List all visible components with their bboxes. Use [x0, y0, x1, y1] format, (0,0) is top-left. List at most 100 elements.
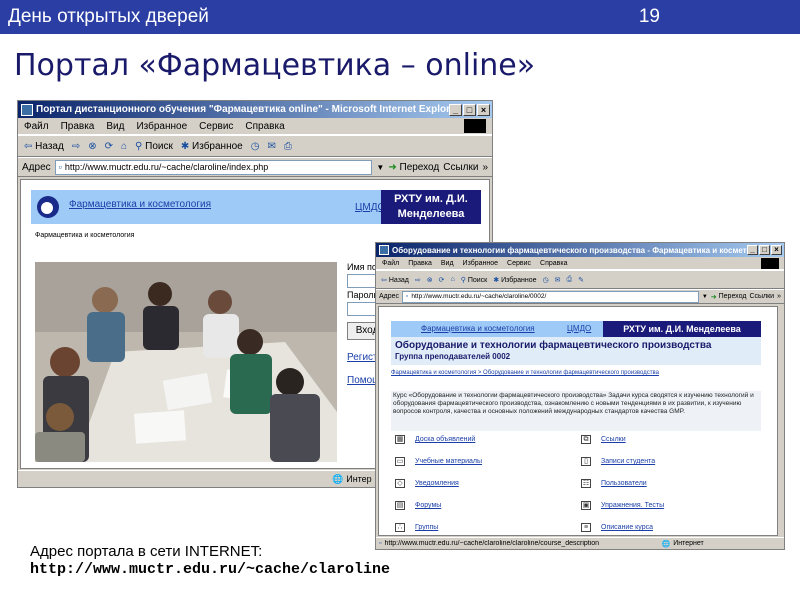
tool-forums[interactable]: ▤ Форумы	[395, 501, 441, 510]
print-icon[interactable]: ⎙	[567, 276, 573, 284]
tool-notifications[interactable]: ◇ Уведомления	[395, 479, 459, 488]
favorites-button[interactable]: ✱ Избранное	[493, 276, 536, 284]
forum-icon: ▤	[395, 501, 405, 510]
tool-users[interactable]: ☷ Пользователи	[581, 479, 647, 488]
toolbar-overflow-icon[interactable]: »	[777, 293, 781, 300]
photo-illustration	[35, 262, 337, 462]
mail-icon[interactable]: ✉	[555, 276, 561, 284]
refresh-icon[interactable]: ⟳	[105, 141, 113, 152]
portal-url[interactable]: http://www.muctr.edu.ru/~cache/claroline	[30, 561, 390, 578]
window-title: Оборудование и технологии фармацевтическ…	[392, 245, 747, 255]
go-button[interactable]: ➜ Переход	[711, 293, 747, 301]
tool-announcements[interactable]: ▦ Доска объявлений	[395, 435, 475, 444]
menu-view[interactable]: Вид	[441, 260, 454, 267]
tool-documents[interactable]: ▭ Учебные материалы	[395, 457, 482, 466]
go-arrow-icon: ➜	[388, 161, 397, 173]
search-label: Поиск	[467, 276, 488, 284]
page-icon: ▫	[406, 293, 409, 300]
forward-arrow-icon[interactable]: ⇨	[72, 141, 80, 152]
window-title-bar[interactable]: Оборудование и технологии фармацевтическ…	[376, 243, 784, 257]
university-banner: РХТУ им. Д.И. Менделеева	[603, 321, 761, 337]
back-arrow-icon: ⇦	[24, 140, 33, 152]
status-zone: Интер	[346, 474, 372, 484]
breadcrumb[interactable]: Фармацевтика и косметология > Оборудован…	[391, 369, 761, 377]
site-category-link[interactable]: Фармацевтика и косметология	[421, 324, 535, 333]
favorites-button[interactable]: ✱ Избранное	[181, 141, 243, 152]
edit-icon[interactable]: ✎	[578, 276, 584, 284]
print-icon[interactable]: ⎙	[284, 141, 292, 152]
tool-exercises[interactable]: ▣ Упражнения. Тесты	[581, 501, 664, 510]
tool-label[interactable]: Ссылки	[601, 436, 626, 443]
go-label: Переход	[399, 161, 440, 173]
tool-label[interactable]: Записи студента	[601, 458, 655, 465]
tool-links[interactable]: ⧉ Ссылки	[581, 435, 626, 444]
search-label: Поиск	[145, 140, 173, 152]
tool-student-notes[interactable]: ▯ Записи студента	[581, 457, 655, 466]
go-button[interactable]: ➜ Переход	[388, 162, 439, 173]
menu-edit[interactable]: Правка	[408, 260, 432, 267]
students-photo	[35, 262, 337, 462]
tool-label[interactable]: Описание курса	[601, 524, 653, 531]
address-url: http://www.muctr.edu.ru/~cache/claroline…	[64, 162, 269, 172]
home-icon[interactable]: ⌂	[451, 276, 455, 283]
maximize-button[interactable]: □	[463, 103, 476, 116]
back-button[interactable]: ⇦ Назад	[381, 276, 409, 284]
address-dropdown-icon[interactable]: ▼	[376, 163, 384, 172]
menu-file[interactable]: Файл	[382, 260, 399, 267]
home-icon[interactable]: ⌂	[121, 141, 127, 152]
search-button[interactable]: ⚲ Поиск	[135, 141, 173, 152]
menu-edit[interactable]: Правка	[61, 121, 95, 132]
menu-view[interactable]: Вид	[106, 121, 124, 132]
toolbar-overflow-icon[interactable]: »	[482, 162, 488, 173]
menu-favorites[interactable]: Избранное	[136, 121, 187, 132]
menu-help[interactable]: Справка	[540, 260, 567, 267]
stop-icon[interactable]: ⊗	[88, 141, 96, 152]
caption-text: Адрес портала в сети INTERNET:	[30, 543, 263, 560]
tool-label[interactable]: Упражнения. Тесты	[601, 502, 664, 509]
history-icon[interactable]: ◷	[251, 141, 260, 152]
search-button[interactable]: ⚲ Поиск	[461, 276, 488, 284]
site-logo	[37, 196, 59, 218]
tool-label[interactable]: Уведомления	[415, 480, 459, 487]
tool-course-description[interactable]: ≡ Описание курса	[581, 523, 653, 532]
refresh-icon[interactable]: ⟳	[439, 276, 445, 284]
tool-label[interactable]: Группы	[415, 524, 438, 531]
internet-zone-icon: 🌐	[661, 540, 671, 548]
note-icon: ◇	[395, 479, 405, 488]
site-subheading: Фармацевтика и косметология	[35, 232, 135, 239]
tool-label[interactable]: Учебные материалы	[415, 458, 482, 465]
links-button[interactable]: Ссылки	[749, 293, 774, 300]
cmdo-link[interactable]: ЦМДО	[567, 324, 591, 333]
menu-file[interactable]: Файл	[24, 121, 49, 132]
close-button[interactable]: ×	[477, 103, 490, 116]
tool-label[interactable]: Форумы	[415, 502, 441, 509]
windows-logo-icon: ⊞	[464, 119, 486, 133]
page-content: Фармацевтика и косметология ЦМДО РХТУ им…	[378, 306, 778, 536]
tool-groups[interactable]: ∴ Группы	[395, 523, 438, 532]
links-button[interactable]: Ссылки	[443, 162, 478, 173]
history-icon[interactable]: ◷	[543, 276, 549, 284]
site-category-link[interactable]: Фармацевтика и косметология	[69, 199, 211, 210]
address-dropdown-icon[interactable]: ▼	[702, 294, 708, 300]
minimize-button[interactable]: _	[449, 103, 462, 116]
back-button[interactable]: ⇦ Назад	[24, 141, 64, 152]
forward-arrow-icon[interactable]: ⇨	[415, 276, 421, 284]
tool-label[interactable]: Доска объявлений	[415, 436, 475, 443]
menu-tools[interactable]: Сервис	[199, 121, 233, 132]
address-input[interactable]: ▫ http://www.muctr.edu.ru/~cache/claroli…	[402, 290, 699, 303]
grid-icon: ▦	[395, 435, 405, 444]
menu-favorites[interactable]: Избранное	[463, 260, 498, 267]
menu-tools[interactable]: Сервис	[507, 260, 531, 267]
menu-help[interactable]: Справка	[245, 121, 284, 132]
close-button[interactable]: ×	[771, 245, 782, 255]
browser-window-course: Оборудование и технологии фармацевтическ…	[375, 242, 785, 550]
window-title-bar[interactable]: Портал дистанционного обучения "Фармацев…	[18, 101, 492, 118]
address-input[interactable]: ▫ http://www.muctr.edu.ru/~cache/claroli…	[54, 159, 373, 175]
maximize-button[interactable]: □	[759, 245, 770, 255]
stop-icon[interactable]: ⊗	[427, 276, 433, 284]
tool-label[interactable]: Пользователи	[601, 480, 647, 487]
minimize-button[interactable]: _	[747, 245, 758, 255]
mail-icon[interactable]: ✉	[267, 141, 275, 152]
slide-header-left: День открытых дверей	[8, 6, 209, 27]
toolbar: ⇦ Назад ⇨ ⊗ ⟳ ⌂ ⚲ Поиск ✱ Избранное ◷ ✉ …	[18, 135, 492, 157]
